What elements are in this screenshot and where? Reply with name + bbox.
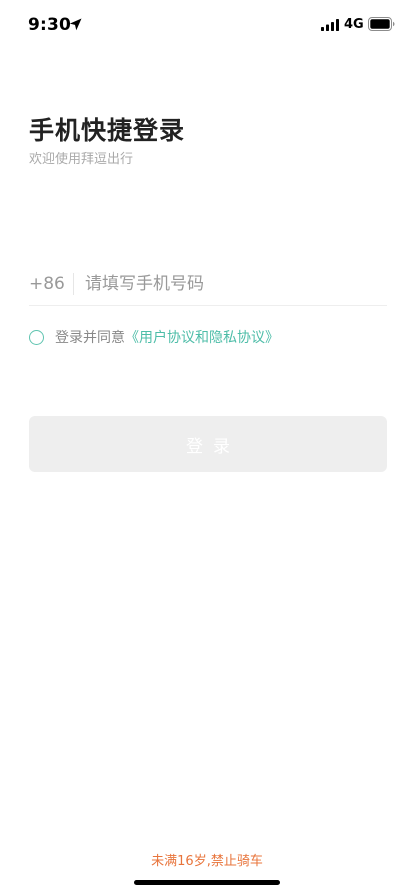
network-label: 4G	[344, 17, 364, 32]
location-arrow-icon	[69, 18, 82, 31]
home-indicator[interactable]	[134, 880, 280, 885]
signal-bars-icon	[321, 19, 339, 31]
agreement-prefix: 登录并同意	[55, 330, 125, 346]
phone-input[interactable]	[85, 268, 385, 300]
age-notice: 未满16岁,禁止骑车	[151, 854, 263, 869]
country-code: +86	[29, 274, 65, 294]
login-screen: 9:30 4G 手机快捷登录 欢迎使用拜逗出行 +86 登录并同意 《用户协议和…	[0, 0, 414, 896]
status-time: 9:30	[28, 15, 72, 35]
page-subtitle: 欢迎使用拜逗出行	[29, 152, 134, 167]
phone-divider	[73, 273, 74, 295]
agreement-link[interactable]: 《用户协议和隐私协议》	[125, 327, 279, 347]
agreement-checkbox[interactable]	[29, 329, 44, 345]
login-button[interactable]: 登录	[29, 416, 387, 472]
agreement-row: 登录并同意 《用户协议和隐私协议》	[29, 327, 279, 347]
battery-icon	[368, 17, 395, 31]
status-bar: 9:30 4G	[0, 0, 414, 52]
page-title: 手机快捷登录	[29, 116, 186, 145]
phone-input-row: +86	[29, 266, 387, 306]
